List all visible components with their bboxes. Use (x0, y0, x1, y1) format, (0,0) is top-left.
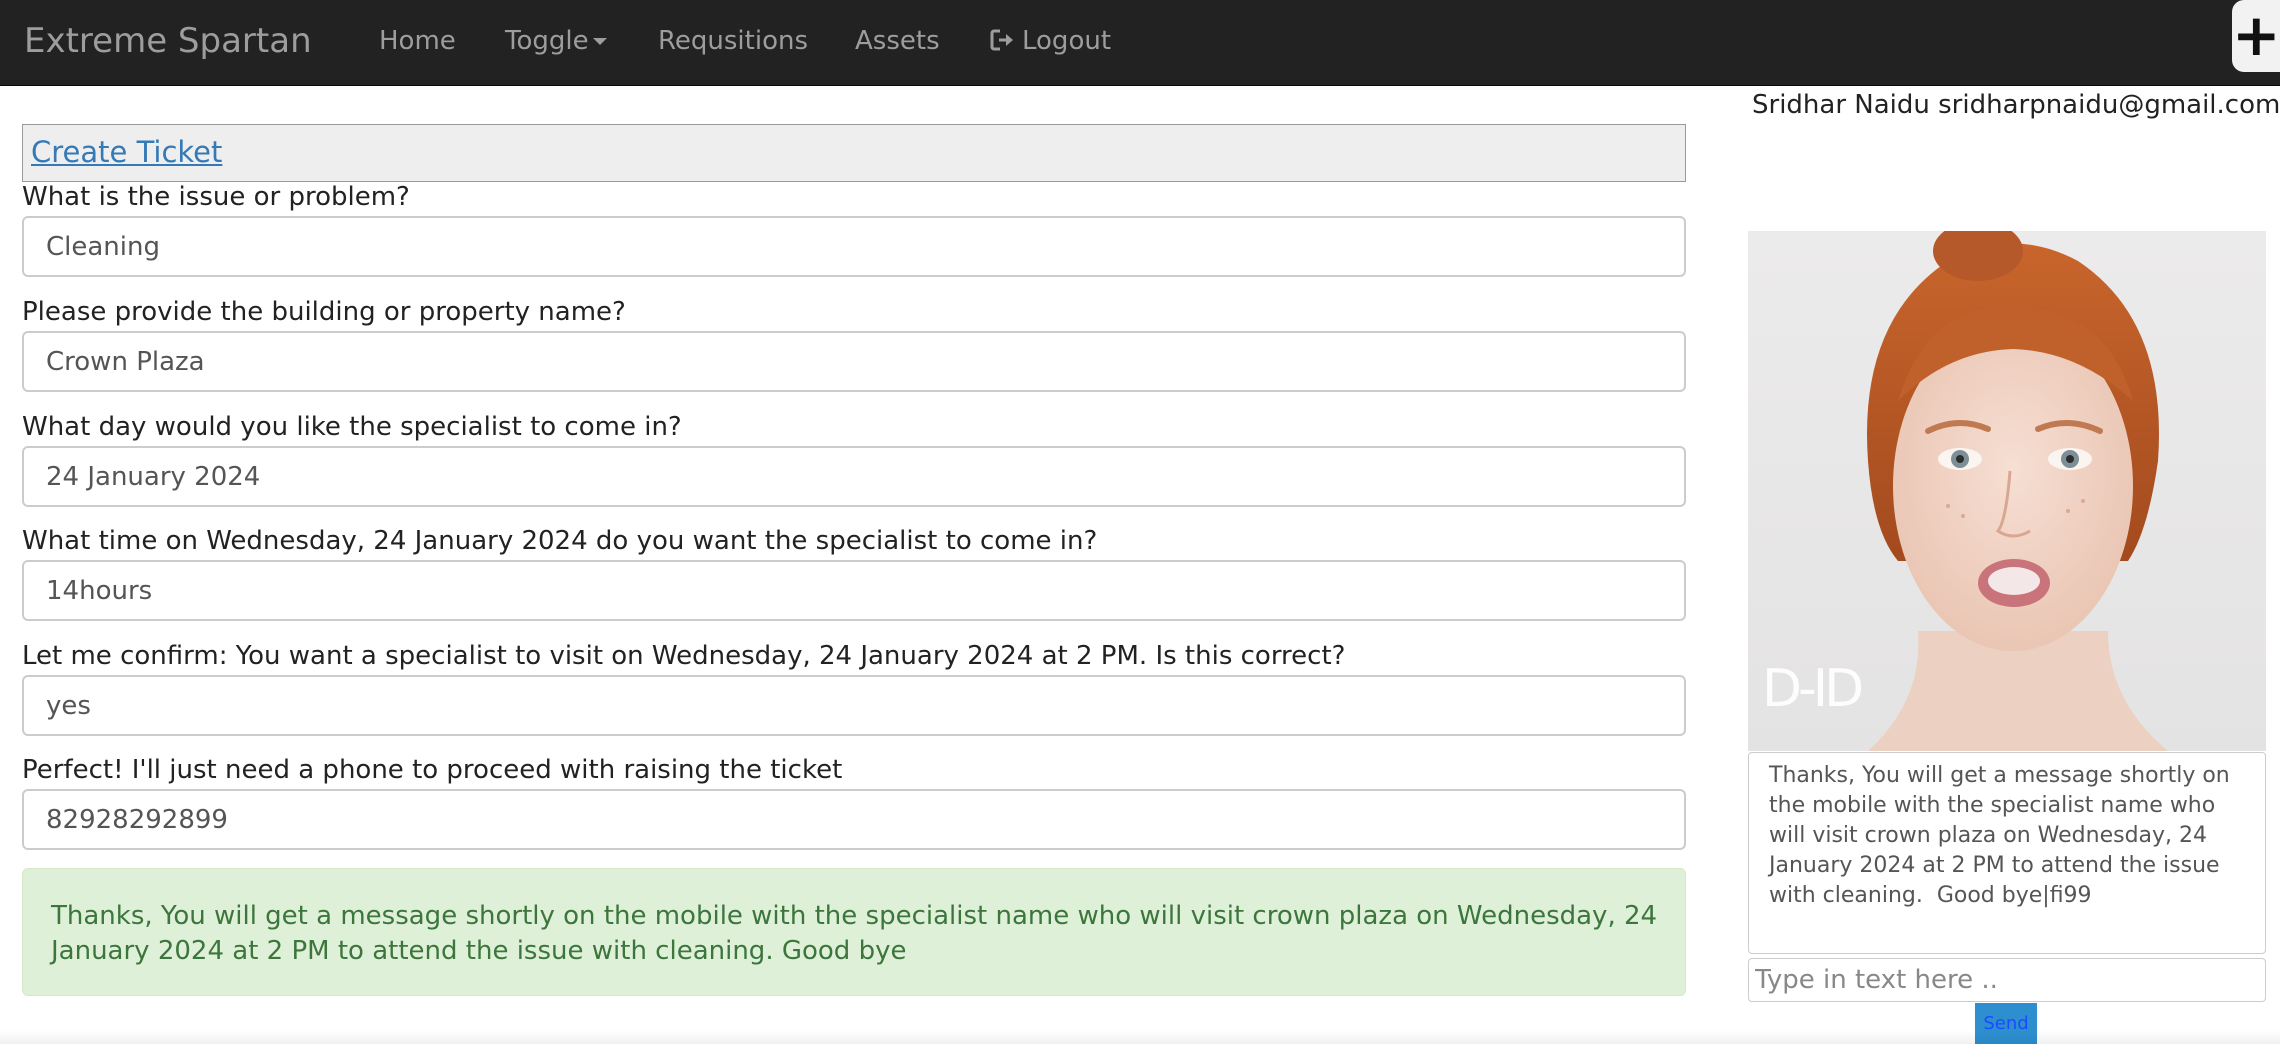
top-navbar: Extreme Spartan Home Toggle Requsitions … (0, 0, 2280, 86)
nav-logout[interactable]: Logout (990, 0, 1111, 84)
day-input[interactable] (22, 446, 1686, 507)
question-label-issue: What is the issue or problem? (22, 182, 410, 212)
caret-down-icon (592, 38, 607, 45)
create-ticket-link[interactable]: Create Ticket (31, 135, 222, 169)
question-label-building: Please provide the building or property … (22, 297, 626, 327)
d-id-watermark: D-ID (1762, 659, 1864, 719)
nav-logout-label: Logout (1022, 26, 1112, 56)
time-input[interactable] (22, 560, 1686, 621)
nav-assets[interactable]: Assets (855, 0, 940, 84)
brand-link[interactable]: Extreme Spartan (24, 0, 312, 84)
nav-home[interactable]: Home (379, 0, 456, 84)
nav-toggle-dropdown[interactable]: Toggle (505, 0, 607, 84)
question-label-phone: Perfect! I'll just need a phone to proce… (22, 755, 843, 785)
avatar-video: D-ID (1748, 231, 2266, 751)
question-label-confirm: Let me confirm: You want a specialist to… (22, 641, 1346, 671)
confirm-input[interactable] (22, 675, 1686, 736)
building-input[interactable] (22, 331, 1686, 392)
nav-toggle-label: Toggle (505, 26, 589, 56)
phone-input[interactable] (22, 789, 1686, 850)
plus-button[interactable]: + (2232, 0, 2280, 72)
question-label-time: What time on Wednesday, 24 January 2024 … (22, 526, 1098, 556)
chat-text-input[interactable] (1748, 958, 2266, 1002)
create-ticket-header: Create Ticket (22, 124, 1686, 182)
user-info: Sridhar Naidu sridharpnaidu@gmail.com (1752, 90, 2280, 120)
issue-input[interactable] (22, 216, 1686, 277)
nav-requisitions[interactable]: Requsitions (658, 0, 808, 84)
page-bottom-shadow (0, 1030, 2280, 1044)
question-label-day: What day would you like the specialist t… (22, 412, 682, 442)
logout-icon (990, 3, 1016, 85)
success-alert: Thanks, You will get a message shortly o… (22, 868, 1686, 996)
assistant-response-box[interactable]: Thanks, You will get a message shortly o… (1748, 752, 2266, 954)
